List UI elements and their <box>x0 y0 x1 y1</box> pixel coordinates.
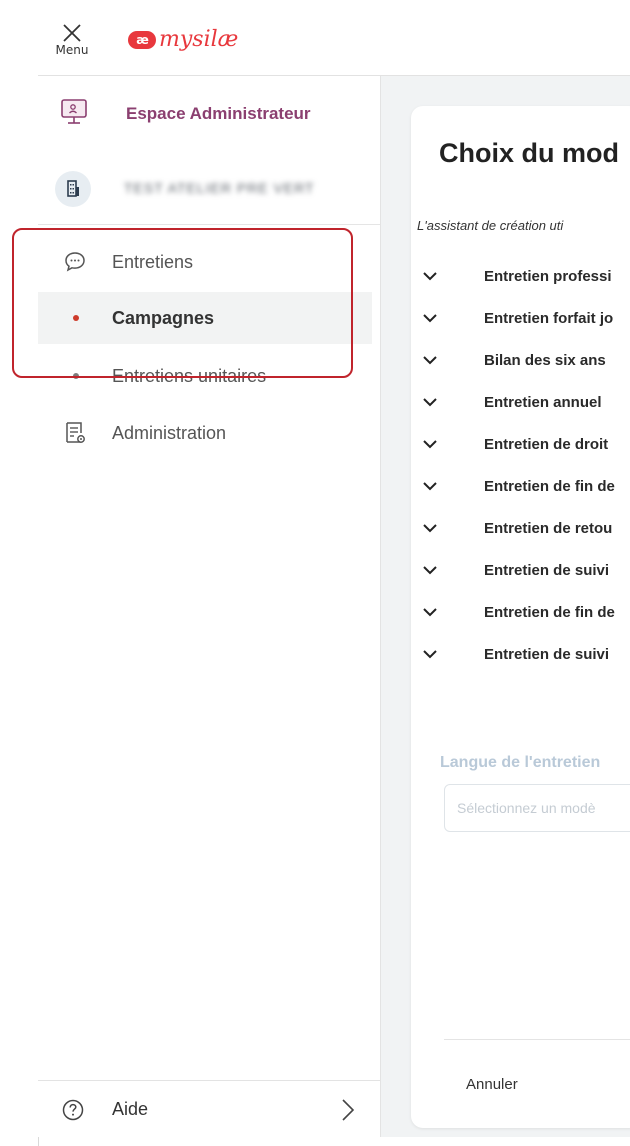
language-select-placeholder: Sélectionnez un modè <box>457 800 596 816</box>
model-group[interactable]: Entretien de suivi <box>411 639 630 669</box>
model-label: Entretien de fin de <box>484 477 615 495</box>
chevron-down-icon <box>423 608 437 617</box>
building-icon <box>67 180 79 197</box>
building-avatar <box>55 171 91 207</box>
chat-bubble-icon <box>65 252 85 272</box>
sidebar-item-entretiens[interactable]: Entretiens <box>38 236 372 288</box>
sidebar-item-campagnes[interactable]: Campagnes <box>38 292 372 344</box>
chevron-down-icon <box>423 398 437 407</box>
chevron-right-icon <box>342 1099 355 1121</box>
sidebar-item-label: Entretiens <box>112 251 194 272</box>
model-group[interactable]: Entretien de fin de <box>411 471 630 501</box>
organization-name: TEST ATELIER PRE VERT <box>124 180 315 196</box>
chevron-down-icon <box>423 272 437 281</box>
model-group[interactable]: Entretien professi <box>411 261 630 291</box>
sidebar: Espace Administrateur TEST ATELIER PRE V… <box>38 76 381 1137</box>
top-bar <box>38 8 630 76</box>
menu-button[interactable]: Menu <box>48 18 96 68</box>
card-title: Choix du mod <box>439 138 619 168</box>
model-group[interactable]: Entretien forfait jo <box>411 303 630 333</box>
model-label: Entretien forfait jo <box>484 309 614 327</box>
space-label: Espace Administrateur <box>126 104 311 123</box>
model-group[interactable]: Entretien de fin de <box>411 597 630 627</box>
sidebar-item-label: Campagnes <box>112 307 215 328</box>
active-bullet <box>73 315 79 321</box>
model-label: Entretien professi <box>484 267 612 285</box>
chevron-down-icon <box>423 482 437 491</box>
model-label: Bilan des six ans <box>484 351 606 369</box>
model-group[interactable]: Entretien de retou <box>411 513 630 543</box>
sidebar-item-label: Entretiens unitaires <box>112 365 267 386</box>
model-group[interactable]: Entretien annuel <box>411 387 630 417</box>
mysilae-logo[interactable]: æ mysilæ <box>128 26 238 54</box>
model-label: Entretien de suivi <box>484 561 610 579</box>
model-label: Entretien de fin de <box>484 603 615 621</box>
language-select[interactable]: Sélectionnez un modè <box>444 784 630 832</box>
model-label: Entretien annuel <box>484 393 602 411</box>
model-label: Entretien de suivi <box>484 645 610 663</box>
chevron-down-icon <box>423 314 437 323</box>
document-gear-icon <box>66 422 85 443</box>
model-group[interactable]: Entretien de droit <box>411 429 630 459</box>
help-label: Aide <box>112 1099 149 1119</box>
language-label: Langue de l'entretien <box>440 754 601 771</box>
bullet <box>73 373 79 379</box>
chevron-down-icon <box>423 356 437 365</box>
logo-mark: æ <box>128 31 156 49</box>
logo-text: mysilæ <box>159 27 239 52</box>
close-icon <box>63 24 81 42</box>
model-group[interactable]: Bilan des six ans <box>411 345 630 375</box>
sidebar-item-administration[interactable]: Administration <box>38 407 372 459</box>
admin-space-switcher[interactable]: Espace Administrateur <box>38 91 380 141</box>
chevron-down-icon <box>423 440 437 449</box>
chevron-down-icon <box>423 524 437 533</box>
cancel-button[interactable]: Annuler <box>466 1076 518 1093</box>
organization-selector[interactable]: TEST ATELIER PRE VERT <box>38 162 380 225</box>
help-circle-icon <box>62 1099 84 1121</box>
chevron-down-icon <box>423 650 437 659</box>
sidebar-item-entretiens-unitaires[interactable]: Entretiens unitaires <box>38 350 372 402</box>
model-group[interactable]: Entretien de suivi <box>411 555 630 585</box>
card-footer: Annuler <box>444 1039 630 1128</box>
card-intro: L'assistant de création uti <box>417 218 564 233</box>
model-choice-card: Choix du mod L'assistant de création uti… <box>411 106 630 1128</box>
menu-label: Menu <box>55 43 89 57</box>
model-label: Entretien de retou <box>484 519 613 537</box>
chevron-down-icon <box>423 566 437 575</box>
help-link[interactable]: Aide <box>38 1080 380 1138</box>
model-label: Entretien de droit <box>484 435 609 453</box>
admin-monitor-icon <box>61 99 87 124</box>
sidebar-item-label: Administration <box>112 422 227 443</box>
